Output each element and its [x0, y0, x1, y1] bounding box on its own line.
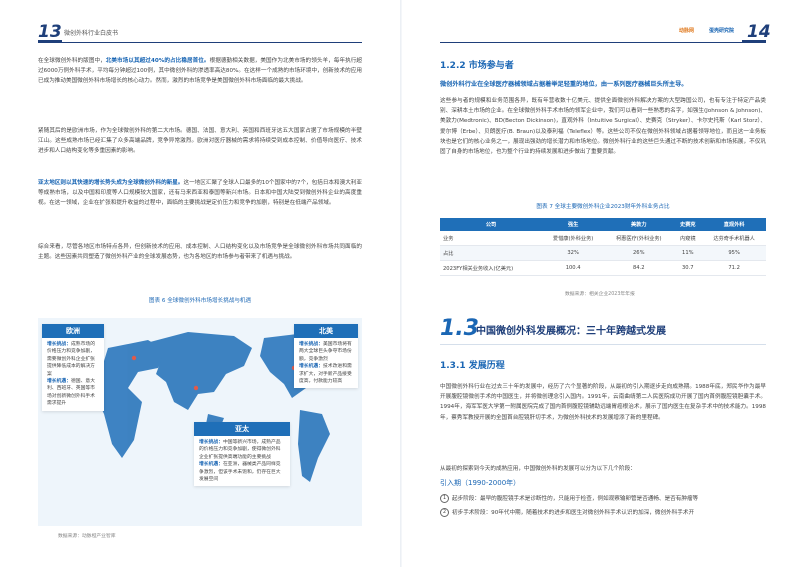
europe-card: 欧洲 增长挑战：成熟市场的价格压力和竞争加剧，需要微创外科企业扩张提供降低成本的…	[42, 324, 104, 411]
north-america-card-body: 增长挑战：美国市场将有两大全球巨头争夺市场份额，竞争激烈 增长机遇：技术改进和需…	[294, 338, 358, 388]
europe-challenge: 增长挑战：成熟市场的价格压力和竞争加剧，需要微创外科企业扩张提供降低成本的解决方…	[47, 342, 95, 377]
table-cell: 100.4	[542, 260, 605, 276]
table-cell: 柯惠医疗(外科业务)	[604, 231, 674, 246]
companies-table: 公司 强生 美敦力 史赛克 直观外科 业务 爱惜康(外科业务) 柯惠医疗(外科业…	[440, 218, 766, 276]
list-item: 2 初步手术阶段：90年代中期，随着技术的进步和医生对微创外科手术认识的加深，微创…	[440, 508, 766, 518]
section-title-1-3-1: 1.3.1 发展历程	[440, 361, 505, 371]
table-cell: 84.2	[604, 260, 674, 276]
asia-pacific-opportunity: 增长机遇：在亚洲，器械类产品同样竞争激烈，但该手术未饱和，仍存在巨大发展空间	[199, 462, 281, 483]
figure-source: 数据来源：动脉橙产业智库	[58, 534, 116, 539]
table-row: 占比 32% 26% 11% 95%	[440, 245, 766, 261]
item-text: 初步手术阶段：90年代中期，随着技术的进步和医生对微创外科手术认识的加深，微创外…	[452, 510, 695, 516]
left-header-title: 微创外科行业白皮书	[64, 30, 119, 37]
paragraph-north-america: 在全球微创外科的版图中，北美市场以其超过40%的占比稳居首位。根据德勤相关数据，…	[38, 56, 362, 87]
table-header-row: 公司 强生 美敦力 史赛克 直观外科	[440, 218, 766, 231]
north-america-card: 北美 增长挑战：美国市场将有两大全球巨头争夺市场份额，竞争激烈 增长机遇：技术改…	[294, 324, 358, 389]
table-cell: 达芬奇手术机器人	[702, 231, 766, 246]
north-america-card-title: 北美	[294, 324, 358, 338]
asia-marker	[193, 385, 199, 391]
europe-marker	[131, 355, 137, 361]
asia-shape	[150, 332, 252, 410]
paragraph-summary: 综合来看，尽管各地区市场特点各异，但创新技术的应用、成本控制、人口结构变化以及市…	[38, 244, 362, 261]
right-header-rule	[440, 42, 766, 43]
item-number: 1	[440, 494, 449, 503]
left-page: 13 微创外科行业白皮书 在全球微创外科的版图中，北美市场以其超过40%的占比稳…	[0, 0, 401, 567]
market-participants-paragraph: 这些参与者的规模和业务范围各异，既有年营收数十亿美元、提供全面微创外科解决方案的…	[440, 98, 766, 156]
table-header-cell: 史赛克	[673, 218, 703, 231]
table-header-cell: 公司	[440, 218, 543, 231]
document-spread: 13 微创外科行业白皮书 在全球微创外科的版图中，北美市场以其超过40%的占比稳…	[0, 0, 802, 567]
table-row: 2023FY相关业务收入(亿美元) 100.4 84.2 30.7 71.2	[440, 260, 766, 276]
europe-opportunity: 增长机遇：德国、意大利、西班牙、英国等市场对创新微创外科手术需求提升	[47, 379, 95, 407]
asia-pacific-card: 亚太 增长挑战：中国等新兴市场，成熟产品的价格压力和竞争加剧，使得微创外科企业扩…	[194, 422, 290, 487]
table-source: 数据来源：相关企业2023年年报	[565, 292, 635, 297]
item-text: 起步阶段：最早的腹腔镜手术是诊断性的，只能用于检查，例如观察输卵管是否通畅、是否…	[452, 496, 699, 502]
table-row: 业务 爱惜康(外科业务) 柯惠医疗(外科业务) 内窥镜 达芬奇手术机器人	[440, 231, 766, 246]
paragraph-europe: 紧随其后的是欧洲市场，作为全球微创外科的第二大市场。德国、法国、意大利、英国和西…	[38, 128, 362, 155]
table-cell: 内窥镜	[673, 231, 703, 246]
item-number: 2	[440, 508, 449, 517]
figure-caption: 图表 6 全球微创外科市场增长挑战与机遇	[148, 298, 252, 304]
table-cell: 2023FY相关业务收入(亿美元)	[440, 260, 543, 276]
table-cell: 业务	[440, 231, 543, 246]
lead-sentence: 微创外科行业在全球医疗器械领域占据着举足轻重的地位，由一系列医疗器械巨头所主导。	[440, 81, 688, 88]
table-caption: 图表 7 全球主要微创外科企业2023财年外科业务占比	[536, 204, 670, 210]
asia-pacific-card-title: 亚太	[194, 422, 290, 436]
history-paragraph: 中国微创外科行业在过去三十年的发展中，经历了六个显著的阶段，从最初的引入期逐步走…	[440, 384, 766, 421]
europe-card-title: 欧洲	[42, 324, 104, 338]
table-cell: 32%	[542, 245, 605, 261]
section-title-1-2-2: 1.2.2 市场参与者	[440, 61, 514, 71]
header-rule	[38, 42, 362, 43]
right-header-accent-bar	[742, 40, 766, 43]
table-cell: 26%	[604, 245, 674, 261]
section-divider	[440, 344, 766, 345]
asia-pacific-card-body: 增长挑战：中国等新兴市场，成熟产品的价格压力和竞争加剧，使得微创外科企业扩张提供…	[194, 436, 290, 486]
north-america-challenge: 增长挑战：美国市场将有两大全球巨头争夺市场份额，竞争激烈	[299, 342, 352, 362]
section-number-1-3: 1.3	[440, 316, 479, 341]
stage-title-introduction: 引入期（1990-2000年）	[440, 479, 521, 487]
stages-intro: 从最初的探索到今天的成熟应用，中国微创外科的发展可以分为以下几个阶段：	[440, 466, 636, 472]
logo-eggshell: 蛋壳研究院	[709, 28, 735, 34]
north-america-opportunity: 增长机遇：技术改进和需求扩大，对手新产品接受度高，付款能力较高	[299, 364, 352, 385]
section-title-1-3: 中国微创外科发展概况：三十年跨越式发展	[476, 326, 666, 337]
table-cell: 71.2	[702, 260, 766, 276]
table-cell: 爱惜康(外科业务)	[542, 231, 605, 246]
paragraph-asia-pacific: 亚太地区则以其快速的增长势头成为全球微创外科的新星。这一地区汇聚了全球人口最多的…	[38, 178, 362, 209]
table-cell: 11%	[673, 245, 703, 261]
logo-vcbeat: 动脉网	[679, 28, 695, 34]
table-cell: 30.7	[673, 260, 703, 276]
table-header-cell: 直观外科	[702, 218, 766, 231]
asia-pacific-challenge: 增长挑战：中国等新兴市场，成熟产品的价格压力和竞争加剧，使得微创外科企业扩张提供…	[199, 440, 281, 460]
table-header-cell: 美敦力	[604, 218, 674, 231]
p1-highlight: 北美市场以其超过40%的占比稳居首位。	[105, 58, 210, 64]
left-page-number: 13	[38, 22, 62, 42]
table-cell: 95%	[702, 245, 766, 261]
europe-card-body: 增长挑战：成熟市场的价格压力和竞争加剧，需要微创外科企业扩张提供降低成本的解决方…	[42, 338, 104, 411]
p3-highlight: 亚太地区则以其快速的增长势头成为全球微创外科的新星。	[38, 180, 184, 186]
table-header-cell: 强生	[542, 218, 605, 231]
right-page-number: 14	[747, 22, 771, 42]
south-america-shape	[298, 410, 330, 482]
world-map-figure: 欧洲 增长挑战：成熟市场的价格压力和竞争加剧，需要微创外科企业扩张提供降低成本的…	[38, 318, 362, 526]
list-item: 1 起步阶段：最早的腹腔镜手术是诊断性的，只能用于检查，例如观察输卵管是否通畅、是…	[440, 494, 766, 504]
table-cell: 占比	[440, 245, 543, 261]
p1-pre: 在全球微创外科的版图中，	[38, 58, 106, 64]
